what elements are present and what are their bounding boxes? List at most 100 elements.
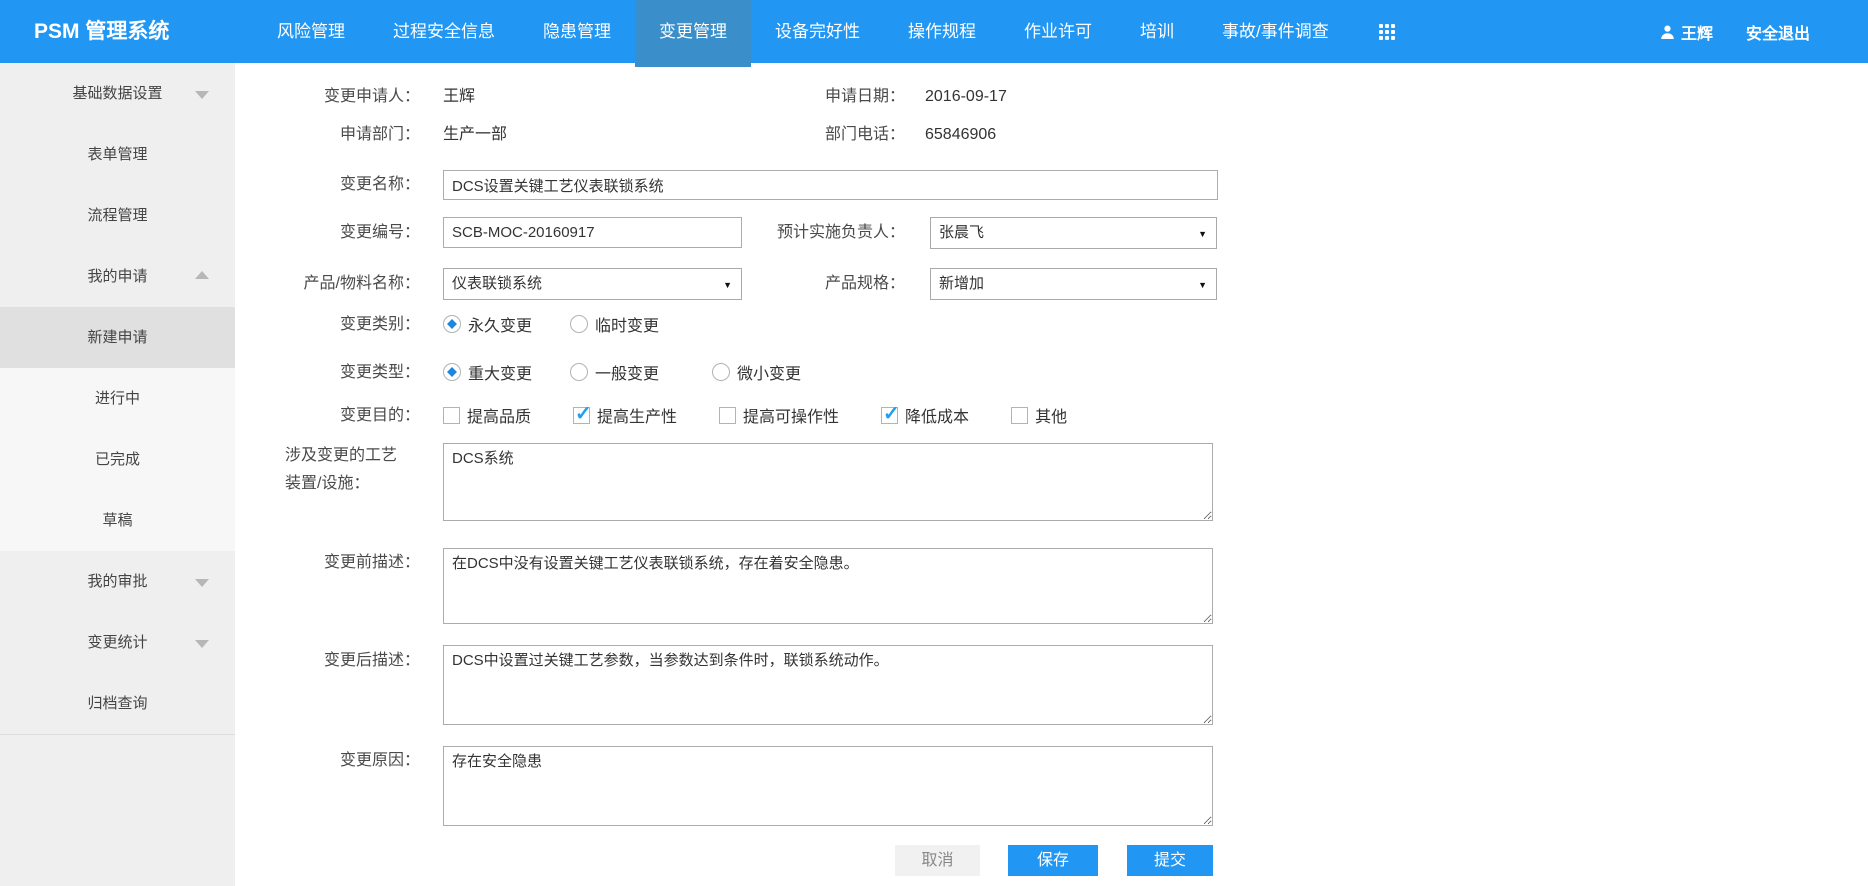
involved-facility-textarea[interactable]: DCS系统 (443, 443, 1213, 521)
chevron-down-icon (195, 91, 209, 99)
change-application-form: 变更申请人： 王辉 申请日期： 2016-09-17 申请部门： 生产一部 部门… (235, 63, 1868, 886)
cancel-button[interactable]: 取消 (895, 845, 980, 876)
user-name: 王辉 (1681, 20, 1713, 44)
sidebar-item-in-progress[interactable]: 进行中 (0, 368, 235, 429)
nav-item-work-permit[interactable]: 作业许可 (1000, 0, 1116, 63)
radio-permanent-change[interactable]: 永久变更 (443, 312, 532, 336)
sidebar-item-label: 已完成 (95, 451, 140, 468)
sidebar-item-label: 变更统计 (87, 634, 147, 651)
checkbox-icon (443, 407, 460, 424)
change-name-label: 变更名称： (235, 175, 420, 195)
user-menu[interactable]: 王辉 (1660, 20, 1713, 44)
submit-button[interactable]: 提交 (1127, 845, 1213, 876)
app-title: PSM 管理系统 (0, 0, 196, 63)
product-name-value: 仪表联锁系统 (452, 275, 542, 292)
apply-date-label: 申请日期： (620, 87, 905, 107)
radio-general-change[interactable]: 一般变更 (570, 360, 659, 384)
change-name-input[interactable] (443, 170, 1218, 200)
sidebar-item-label: 我的申请 (87, 268, 147, 285)
implement-owner-label: 预计实施负责人： (620, 223, 905, 243)
applicant-label: 变更申请人： (235, 87, 420, 107)
nav-item-operating-procedures[interactable]: 操作规程 (884, 0, 1000, 63)
sidebar-menu: 基础数据设置 表单管理 流程管理 我的申请 新建申请 进行中 已完成 草稿 (0, 63, 235, 735)
involved-facility-label: 涉及变更的工艺 装置/设施： (285, 442, 435, 498)
product-spec-label: 产品规格： (620, 274, 905, 294)
dropdown-arrow-icon: ▼ (1198, 269, 1207, 301)
checkbox-icon (1011, 407, 1028, 424)
sidebar-item-label: 流程管理 (87, 207, 147, 224)
sidebar-item-completed[interactable]: 已完成 (0, 429, 235, 490)
nav-item-incident-investigation[interactable]: 事故/事件调查 (1198, 0, 1353, 63)
nav-item-process-safety-info[interactable]: 过程安全信息 (369, 0, 519, 63)
desc-before-textarea[interactable]: 在DCS中没有设置关键工艺仪表联锁系统，存在着安全隐患。 (443, 548, 1213, 624)
sidebar-subgroup-my-applications: 新建申请 进行中 已完成 草稿 (0, 307, 235, 551)
radio-icon (712, 363, 730, 381)
primary-nav: 风险管理 过程安全信息 隐患管理 变更管理 设备完好性 操作规程 作业许可 培训… (253, 0, 1395, 63)
radio-temporary-change[interactable]: 临时变更 (570, 312, 659, 336)
logout-link[interactable]: 安全退出 (1746, 20, 1810, 44)
change-purpose-label: 变更目的： (235, 406, 420, 426)
nav-item-risk-management[interactable]: 风险管理 (253, 0, 369, 63)
department-label: 申请部门： (235, 125, 420, 145)
nav-item-change-management[interactable]: 变更管理 (635, 0, 751, 67)
change-type-options: 重大变更 一般变更 微小变更 (443, 360, 801, 384)
nav-item-training[interactable]: 培训 (1116, 0, 1198, 63)
sidebar: 基础数据设置 表单管理 流程管理 我的申请 新建申请 进行中 已完成 草稿 (0, 63, 235, 886)
radio-icon (443, 315, 461, 333)
implement-owner-value: 张晨飞 (939, 224, 984, 241)
product-spec-value: 新增加 (939, 275, 984, 292)
sidebar-item-my-applications[interactable]: 我的申请 (0, 246, 235, 307)
product-spec-select[interactable]: 新增加 ▼ (930, 268, 1217, 300)
product-name-label: 产品/物料名称： (235, 274, 420, 294)
sidebar-item-label: 基础数据设置 (72, 85, 162, 102)
checkbox-other[interactable]: 其他 (1011, 403, 1067, 427)
sidebar-item-drafts[interactable]: 草稿 (0, 490, 235, 551)
department-value: 生产一部 (443, 125, 507, 145)
sidebar-item-change-statistics[interactable]: 变更统计 (0, 612, 235, 673)
radio-minor-change[interactable]: 微小变更 (712, 360, 801, 384)
change-reason-textarea[interactable]: 存在安全隐患 (443, 746, 1213, 826)
top-nav-bar: PSM 管理系统 风险管理 过程安全信息 隐患管理 变更管理 设备完好性 操作规… (0, 0, 1868, 63)
change-category-options: 永久变更 临时变更 (443, 312, 659, 336)
sidebar-item-basic-data-settings[interactable]: 基础数据设置 (0, 63, 235, 124)
radio-major-change[interactable]: 重大变更 (443, 360, 532, 384)
checkbox-improve-quality[interactable]: 提高品质 (443, 403, 531, 427)
chevron-down-icon (195, 640, 209, 648)
checkbox-improve-productivity[interactable]: 提高生产性 (573, 403, 677, 427)
dropdown-arrow-icon: ▼ (1198, 218, 1207, 250)
sidebar-item-my-approvals[interactable]: 我的审批 (0, 551, 235, 612)
sidebar-item-archive-query[interactable]: 归档查询 (0, 673, 235, 734)
implement-owner-select[interactable]: 张晨飞 ▼ (930, 217, 1217, 249)
sidebar-item-process-management[interactable]: 流程管理 (0, 185, 235, 246)
apps-grid-icon[interactable] (1379, 24, 1395, 40)
radio-icon (570, 363, 588, 381)
save-button[interactable]: 保存 (1008, 845, 1098, 876)
sidebar-item-label: 草稿 (102, 512, 132, 529)
topbar-right: 王辉 安全退出 (1660, 0, 1868, 63)
nav-item-equipment-integrity[interactable]: 设备完好性 (751, 0, 884, 63)
radio-icon (443, 363, 461, 381)
desc-after-textarea[interactable]: DCS中设置过关键工艺参数，当参数达到条件时，联锁系统动作。 (443, 645, 1213, 725)
apply-date-value: 2016-09-17 (925, 87, 1007, 107)
checkbox-icon (719, 407, 736, 424)
desc-after-label: 变更后描述： (235, 651, 420, 671)
sidebar-item-label: 进行中 (95, 390, 140, 407)
sidebar-item-form-management[interactable]: 表单管理 (0, 124, 235, 185)
radio-icon (570, 315, 588, 333)
sidebar-item-label: 归档查询 (87, 695, 147, 712)
sidebar-item-new-application[interactable]: 新建申请 (0, 307, 235, 368)
sidebar-item-label: 表单管理 (87, 146, 147, 163)
user-icon (1660, 24, 1675, 40)
checkbox-checked-icon (881, 407, 898, 424)
chevron-down-icon (195, 579, 209, 587)
sidebar-item-label: 我的审批 (87, 573, 147, 590)
chevron-up-icon (195, 271, 209, 279)
applicant-value: 王辉 (443, 87, 475, 107)
change-purpose-options: 提高品质 提高生产性 提高可操作性 降低成本 其他 (443, 403, 1067, 427)
sidebar-item-label: 新建申请 (87, 329, 147, 346)
dept-phone-label: 部门电话： (620, 125, 905, 145)
checkbox-improve-operability[interactable]: 提高可操作性 (719, 403, 839, 427)
checkbox-reduce-cost[interactable]: 降低成本 (881, 403, 969, 427)
nav-item-hazard-management[interactable]: 隐患管理 (519, 0, 635, 63)
desc-before-label: 变更前描述： (235, 553, 420, 573)
